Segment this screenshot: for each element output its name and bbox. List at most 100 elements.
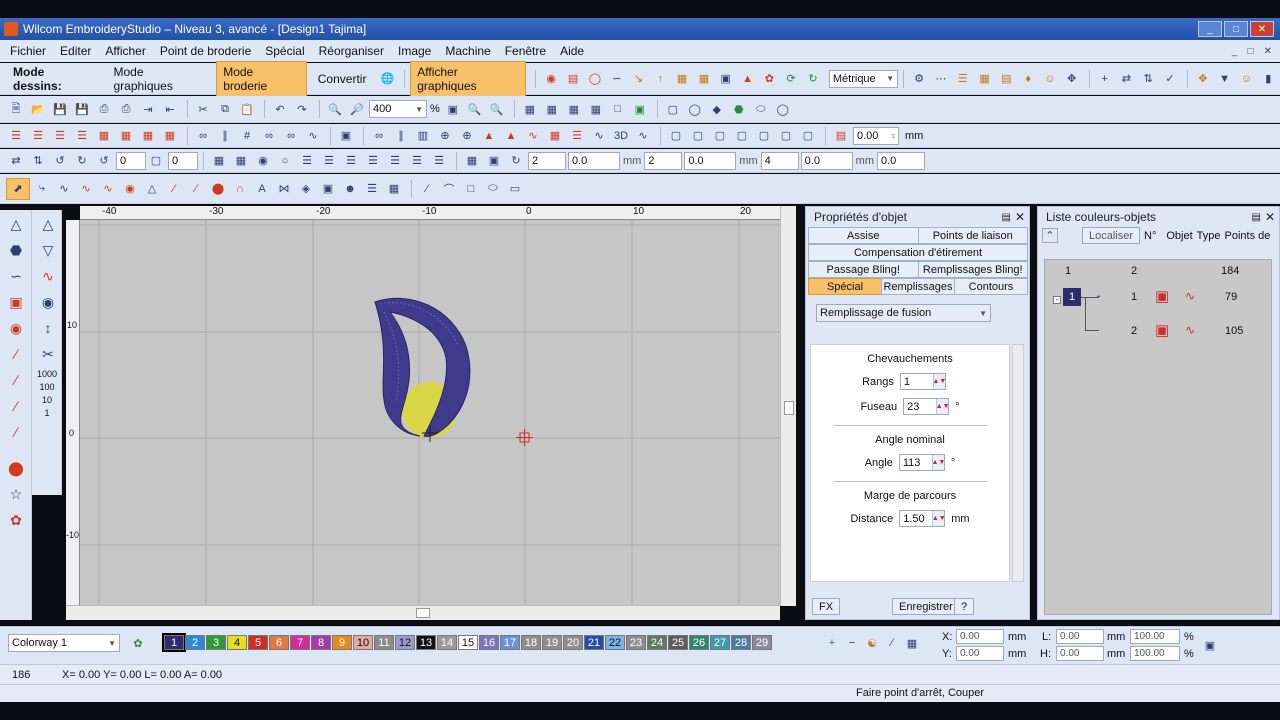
select-stitch-icon[interactable]: ▦: [520, 100, 540, 118]
diamond2-icon[interactable]: ◈: [296, 180, 316, 198]
cut-icon[interactable]: ✂: [193, 100, 213, 118]
minimize-button[interactable]: _: [1198, 21, 1222, 37]
array-icon[interactable]: ▦: [462, 152, 482, 170]
colorway-palette-icon[interactable]: ✿: [128, 634, 148, 652]
stitch-point-icon[interactable]: ▦: [586, 100, 606, 118]
spacing3-field[interactable]: 0.0: [800, 151, 853, 170]
folder-icon[interactable]: ▤: [996, 70, 1016, 88]
zoom-fit-icon[interactable]: ▣: [443, 100, 463, 118]
tab-points-de-liaison[interactable]: Points de liaison: [917, 227, 1028, 244]
columns-icon[interactable]: ▦: [384, 180, 404, 198]
align4-icon[interactable]: ▢: [732, 127, 752, 145]
stitch-length-icon[interactable]: ▤: [831, 127, 851, 145]
star-icon[interactable]: ☆: [3, 482, 29, 506]
spacing-field[interactable]: 0.0: [568, 151, 620, 170]
distribute-icon[interactable]: ☰: [429, 152, 449, 170]
align5-icon[interactable]: ▢: [754, 127, 774, 145]
stitch-type4-icon[interactable]: ☰: [72, 127, 92, 145]
collapse-icon[interactable]: ⌃: [1042, 228, 1058, 243]
align-right-icon[interactable]: ☰: [341, 152, 361, 170]
color-swatch-26[interactable]: 26: [689, 635, 709, 650]
doc-minimize-button[interactable]: _: [1232, 46, 1238, 57]
row-num[interactable]: 1: [1131, 291, 1137, 303]
color-swatch-14[interactable]: 14: [437, 635, 457, 650]
travel-stitch-icon[interactable]: ∿: [35, 264, 61, 288]
tab-remplissages-bling[interactable]: Remplissages Bling!: [917, 261, 1028, 278]
fx-button[interactable]: FX: [812, 598, 841, 615]
shape-tool-icon[interactable]: ⬣: [3, 238, 29, 262]
menu-fichier[interactable]: Fichier: [10, 44, 46, 58]
close-button[interactable]: ✕: [1250, 21, 1274, 37]
mirror-icon[interactable]: ▣: [484, 152, 504, 170]
satin-column-icon[interactable]: ∿: [54, 180, 74, 198]
satin2-icon[interactable]: ∥: [391, 127, 411, 145]
color-swatch-16[interactable]: 16: [479, 635, 499, 650]
save-icon[interactable]: 💾: [50, 100, 70, 118]
maximize-button[interactable]: □: [1224, 21, 1248, 37]
menu-image[interactable]: Image: [398, 44, 431, 58]
tab-compensation[interactable]: Compensation d'étirement: [808, 244, 1028, 261]
tree-toggle[interactable]: -: [1053, 296, 1061, 304]
color-swatch-4[interactable]: 4: [227, 635, 247, 650]
travel-up-icon[interactable]: △: [35, 212, 61, 236]
person-icon[interactable]: ☺: [1040, 70, 1060, 88]
tab-assise[interactable]: Assise: [808, 227, 919, 244]
rotate-right-icon[interactable]: ↻: [72, 152, 92, 170]
bell-icon[interactable]: ♦: [1018, 70, 1038, 88]
menu-afficher[interactable]: Afficher: [105, 44, 145, 58]
paste-icon[interactable]: 📋: [237, 100, 257, 118]
color-swatch-29[interactable]: 29: [752, 635, 772, 650]
color-swatch-1[interactable]: 1: [162, 633, 186, 652]
object-tool-icon[interactable]: ▣: [3, 290, 29, 314]
units-select[interactable]: Métrique ▼: [828, 69, 899, 88]
outline-view-icon[interactable]: ▢: [663, 100, 683, 118]
color-swatch-25[interactable]: 25: [668, 635, 688, 650]
user-icon[interactable]: ☺: [1237, 70, 1257, 88]
loop-icon[interactable]: ∞: [281, 127, 301, 145]
align2-icon[interactable]: ▢: [688, 127, 708, 145]
menu-reorganiser[interactable]: Réorganiser: [319, 44, 384, 58]
color-object-grid[interactable]: 1 2 184 - 1 ╴ 1 ▣ ∿ 79 2 ▣ ∿ 105: [1044, 259, 1272, 615]
stitch-type6-icon[interactable]: ▦: [116, 127, 136, 145]
hoop-icon[interactable]: ▲: [738, 70, 758, 88]
wave-icon[interactable]: ∿: [589, 127, 609, 145]
row-num[interactable]: 2: [1131, 325, 1137, 337]
stitch-length-field[interactable]: 0.00 ↕: [853, 126, 899, 145]
color-swatch-13[interactable]: 13: [416, 635, 436, 650]
stitch-type2-icon[interactable]: ☰: [28, 127, 48, 145]
curve-icon[interactable]: ∽: [607, 70, 627, 88]
thread-chart-icon[interactable]: ☯: [862, 634, 882, 652]
travel-100-label[interactable]: 100: [32, 382, 62, 392]
wave-column-icon[interactable]: ∿: [98, 180, 118, 198]
add-icon[interactable]: +: [1095, 70, 1115, 88]
stitch-type5-icon[interactable]: ▦: [94, 127, 114, 145]
triple-run-icon[interactable]: ∥: [215, 127, 235, 145]
chain2-icon[interactable]: ∞: [369, 127, 389, 145]
pin-icon[interactable]: ▤: [1001, 212, 1010, 223]
stitch-type7-icon[interactable]: ▦: [138, 127, 158, 145]
align3-icon[interactable]: ▢: [710, 127, 730, 145]
open-shape-icon[interactable]: ∽: [3, 264, 29, 288]
color-swatch-6[interactable]: 6: [269, 635, 289, 650]
travel-down-icon[interactable]: ▽: [35, 238, 61, 262]
cycle-view-icon[interactable]: ◯: [685, 100, 705, 118]
rotate-angle-field[interactable]: 0: [116, 151, 146, 170]
panel-close-icon[interactable]: ✕: [1265, 210, 1275, 224]
stitch-tool-icon[interactable]: ∕: [3, 342, 29, 366]
color-settings-icon[interactable]: ▦: [902, 634, 922, 652]
monogram-icon[interactable]: ⋈: [274, 180, 294, 198]
morph-icon[interactable]: ∿: [633, 127, 653, 145]
needle-icon[interactable]: ↘: [629, 70, 649, 88]
arc-icon[interactable]: ⌒: [439, 180, 459, 198]
blocks-icon[interactable]: ▦: [545, 127, 565, 145]
reshape-icon[interactable]: ⤷: [32, 180, 52, 198]
doc-close-button[interactable]: ✕: [1264, 46, 1272, 57]
tab-special[interactable]: Spécial: [808, 278, 882, 295]
export-icon[interactable]: ⇥: [138, 100, 158, 118]
save-button[interactable]: Enregistrer: [892, 598, 960, 615]
zoom-select[interactable]: 400 ▼: [369, 100, 427, 118]
color-swatch-12[interactable]: 12: [395, 635, 415, 650]
stitch-type3-icon[interactable]: ☰: [50, 127, 70, 145]
open-icon[interactable]: 📂: [28, 100, 48, 118]
zoom-next-icon[interactable]: 🔍: [487, 100, 507, 118]
